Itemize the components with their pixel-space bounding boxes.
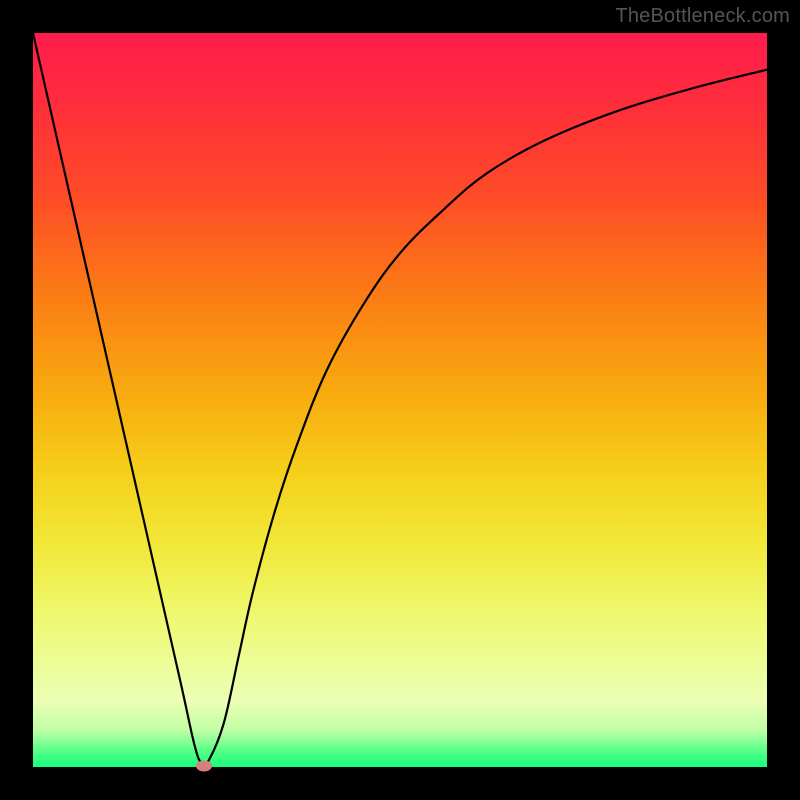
chart-frame: TheBottleneck.com [0,0,800,800]
curve-svg [33,33,767,767]
optimal-point-marker [196,760,212,771]
bottleneck-curve [33,33,767,765]
plot-area [33,33,767,767]
attribution-text: TheBottleneck.com [615,5,790,28]
